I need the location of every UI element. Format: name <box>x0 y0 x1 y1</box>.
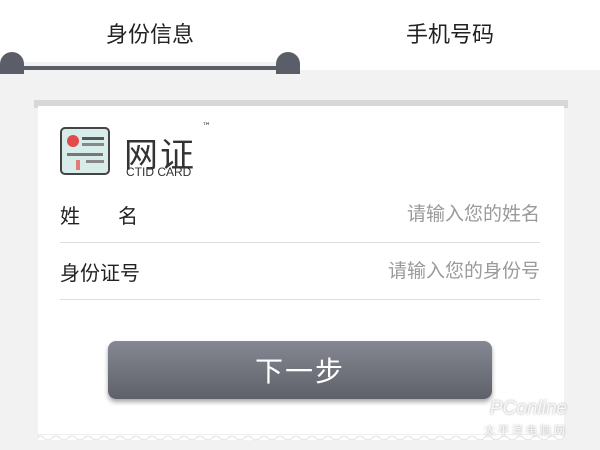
divider <box>60 299 540 300</box>
tab-identity-info[interactable]: 身份信息 <box>0 0 300 66</box>
form-card: 网证 ™ CTID CARD 姓名 身份证号 下一步 <box>38 106 564 440</box>
tab-bar: 身份信息 手机号码 <box>0 0 600 74</box>
watermark-subtext: 太平洋电脑网 <box>484 424 568 437</box>
next-step-button[interactable]: 下一步 <box>108 341 492 399</box>
tab-identity-info-label: 身份信息 <box>105 23 194 48</box>
pconline-watermark: PConline 太平洋电脑网 <box>482 398 600 448</box>
name-input[interactable] <box>280 203 540 225</box>
logo-subtitle: CTID CARD <box>126 165 192 179</box>
watermark-text: PConline <box>490 398 568 419</box>
tab-phone-number[interactable]: 手机号码 <box>300 0 600 66</box>
id-card-icon <box>60 127 110 175</box>
next-step-button-label: 下一步 <box>254 355 345 388</box>
id-number-row: 身份证号 <box>60 243 540 299</box>
name-label: 姓名 <box>60 203 176 228</box>
tab-phone-number-label: 手机号码 <box>405 23 494 48</box>
trademark-symbol: ™ <box>202 122 211 132</box>
active-tab-indicator <box>0 52 300 74</box>
name-row: 姓名 <box>60 186 540 242</box>
id-number-input[interactable] <box>280 260 540 282</box>
id-number-label: 身份证号 <box>60 260 140 285</box>
